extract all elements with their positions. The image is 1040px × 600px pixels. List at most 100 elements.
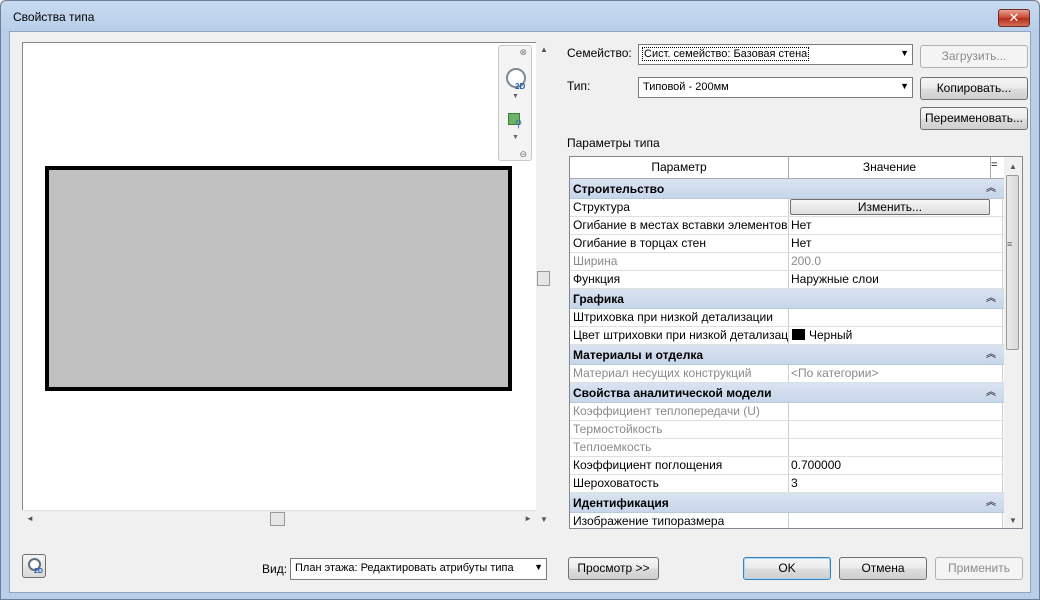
scroll-left-arrow-icon[interactable]: ◄ [26,514,34,523]
header-sort-icon[interactable]: = [991,159,997,171]
group-row[interactable]: Идентификация ︽ [570,493,1004,513]
edit-structure-button[interactable]: Изменить... [790,199,990,215]
copy-button[interactable]: Копировать... [920,77,1028,100]
scroll-up-arrow-icon[interactable]: ▲ [540,45,548,54]
chevron-down-icon[interactable]: ▼ [512,134,519,141]
parameter-row[interactable]: Штриховка при низкой детализации [570,309,1004,327]
parameter-row[interactable]: Огибание в торцах стен Нет [570,235,1004,253]
group-title: Идентификация [573,496,669,510]
parameter-value[interactable]: Изменить... [789,199,1003,216]
parameter-value[interactable] [789,513,1003,528]
parameter-value[interactable] [789,421,1003,438]
view-value: План этажа: Редактировать атрибуты типа [295,562,514,574]
parameter-row[interactable]: Ширина 200.0 [570,253,1004,271]
rename-button[interactable]: Переименовать... [920,107,1028,130]
family-dropdown[interactable]: Сист. семейство: Базовая стена ▼ [638,44,913,65]
parameter-row[interactable]: Функция Наружные слои [570,271,1004,289]
group-title: Материалы и отделка [573,348,704,362]
parameter-row[interactable]: Коэффициент теплопередачи (U) [570,403,1004,421]
preview-button[interactable]: Просмотр >> [568,557,659,580]
parameter-value[interactable]: 200.0 [789,253,1003,270]
parameter-row[interactable]: Изображение типоразмера [570,513,1004,528]
cancel-button[interactable]: Отмена [839,557,927,580]
parameter-name: Штриховка при низкой детализации [570,309,789,326]
preview-viewport[interactable]: ⊗ 2D ▼ ⚲ ▼ ⊖ [22,42,549,527]
parameter-value[interactable] [789,403,1003,420]
navigation-bar: ⊗ 2D ▼ ⚲ ▼ ⊖ [498,45,532,161]
parameter-row[interactable]: Структура Изменить... [570,199,1004,217]
column-header-parameter[interactable]: Параметр [570,157,789,178]
parameter-value[interactable]: Нет [789,217,1003,234]
load-button[interactable]: Загрузить... [920,45,1028,68]
parameter-name: Теплоемкость [570,439,789,456]
parameter-value[interactable]: Наружные слои [789,271,1003,288]
collapse-chevron-icon[interactable]: ︽ [986,180,996,198]
column-header-value[interactable]: Значение [789,157,991,178]
grid-rows: Строительство ︽ Структура Изменить... Огибан… [570,179,1004,528]
scroll-up-arrow-icon[interactable]: ▲ [1009,162,1017,171]
parameter-value[interactable]: 3 [789,475,1003,492]
dropdown-arrow-icon: ▼ [534,562,543,572]
scroll-thumb[interactable] [537,271,550,286]
dropdown-arrow-icon: ▼ [900,48,909,58]
collapse-chevron-icon[interactable]: ︽ [986,290,996,308]
parameter-row[interactable]: Шероховатость 3 [570,475,1004,493]
view-label: Вид: [262,562,288,576]
parameter-name: Коэффициент поглощения [570,457,789,474]
parameter-row[interactable]: Коэффициент поглощения 0.700000 [570,457,1004,475]
scroll-down-arrow-icon[interactable]: ▼ [1009,516,1017,525]
collapse-chevron-icon[interactable]: ︽ [986,384,996,402]
color-swatch [792,329,805,340]
parameter-value[interactable] [789,439,1003,456]
steering-wheel-button[interactable]: 2D [22,554,46,578]
color-name: Черный [809,328,853,342]
type-label: Тип: [567,79,591,93]
magnifier-icon: ⚲ [515,119,523,130]
parameter-value[interactable]: 0.700000 [789,457,1003,474]
dialog-title: Свойства типа [13,10,95,24]
parameter-name: Функция [570,271,789,288]
type-value: Типовой - 200мм [643,81,729,93]
group-row[interactable]: Графика ︽ [570,289,1004,309]
minimize-navbar-icon[interactable]: ⊖ [519,149,527,160]
scroll-down-arrow-icon[interactable]: ▼ [540,515,548,524]
parameter-value[interactable]: Черный [789,327,1003,344]
preview-horizontal-scrollbar[interactable]: ◄ ► [22,510,536,527]
close-navbar-icon[interactable]: ⊗ [519,47,527,58]
close-button[interactable]: ✕ [998,9,1030,27]
parameter-value[interactable]: <По категории> [789,365,1003,382]
group-row[interactable]: Материалы и отделка ︽ [570,345,1004,365]
type-parameters-title: Параметры типа [567,136,660,150]
parameter-name: Огибание в торцах стен [570,235,789,252]
parameter-row[interactable]: Термостойкость [570,421,1004,439]
parameter-row[interactable]: Теплоемкость [570,439,1004,457]
apply-button[interactable]: Применить [935,557,1023,580]
grid-vertical-scrollbar[interactable]: ▲ ≡ ▼ [1004,157,1022,528]
family-value: Сист. семейство: Базовая стена [641,47,810,61]
scroll-thumb[interactable] [270,512,285,526]
title-bar[interactable]: Свойства типа ✕ [1,1,1039,31]
group-title: Свойства аналитической модели [573,386,772,400]
ok-button[interactable]: OK [743,557,831,580]
parameter-value[interactable]: Нет [789,235,1003,252]
parameter-name: Коэффициент теплопередачи (U) [570,403,789,420]
chevron-down-icon[interactable]: ▼ [512,93,519,100]
parameter-row[interactable]: Огибание в местах вставки элементов Нет [570,217,1004,235]
collapse-chevron-icon[interactable]: ︽ [986,494,996,512]
group-row[interactable]: Свойства аналитической модели ︽ [570,383,1004,403]
type-dropdown[interactable]: Типовой - 200мм ▼ [638,77,913,98]
parameter-name: Структура [570,199,789,216]
parameter-value[interactable] [789,309,1003,326]
parameter-name: Ширина [570,253,789,270]
scroll-thumb[interactable] [1006,175,1019,350]
collapse-chevron-icon[interactable]: ︽ [986,346,996,364]
parameter-row[interactable]: Цвет штриховки при низкой детализации Чер… [570,327,1004,345]
parameter-name: Материал несущих конструкций [570,365,789,382]
scroll-right-arrow-icon[interactable]: ► [524,514,532,523]
family-label: Семейство: [567,46,632,60]
parameter-row[interactable]: Материал несущих конструкций <По категори… [570,365,1004,383]
parameter-name: Цвет штриховки при низкой детализации [570,327,789,344]
group-row[interactable]: Строительство ︽ [570,179,1004,199]
preview-vertical-scrollbar[interactable]: ▲ ▼ [536,42,552,527]
view-dropdown[interactable]: План этажа: Редактировать атрибуты типа … [290,558,547,580]
